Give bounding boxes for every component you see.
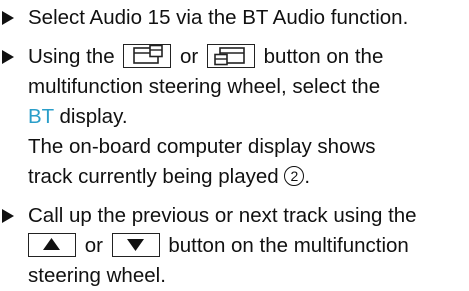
bt-display-label: BT bbox=[28, 105, 54, 128]
step-3-line-3: steering wheel. bbox=[28, 264, 166, 287]
bullet-arrow-icon bbox=[2, 11, 14, 25]
step-2-line-5: track currently being played 2. bbox=[28, 162, 459, 192]
step-2-period: . bbox=[304, 165, 311, 188]
step-2-text-or: or bbox=[180, 45, 199, 68]
step-1: Select Audio 15 via the BT Audio functio… bbox=[0, 3, 459, 33]
step-3-line-2: or button on the multifunction bbox=[28, 231, 459, 261]
step-3-text-or: or bbox=[84, 234, 103, 257]
step-2-text-display: display. bbox=[53, 105, 128, 128]
step-2-line-2: multifunction steering wheel, select the bbox=[28, 75, 381, 98]
down-arrow-icon bbox=[111, 232, 160, 257]
page-forward-icon bbox=[206, 43, 255, 68]
page-back-icon bbox=[123, 43, 172, 68]
step-1-text: Select Audio 15 via the BT Audio functio… bbox=[28, 6, 409, 29]
step-3-text-c: button on the multifunction bbox=[168, 234, 409, 257]
bullet-arrow-icon bbox=[2, 50, 14, 64]
step-2-text-track: track currently being played bbox=[28, 165, 279, 188]
bullet-arrow-icon bbox=[2, 209, 14, 223]
step-2: Using the or button on the multifunction… bbox=[0, 42, 459, 192]
step-3: Call up the previous or next track using… bbox=[0, 201, 459, 291]
up-arrow-icon bbox=[28, 232, 76, 257]
callout-marker: 2 bbox=[284, 165, 305, 186]
instruction-page: Select Audio 15 via the BT Audio functio… bbox=[0, 0, 469, 287]
step-2-line-3: BT display. bbox=[28, 102, 459, 132]
step-2-line-4: The on-board computer display shows bbox=[28, 135, 376, 158]
step-2-text-c: button on the bbox=[263, 45, 384, 68]
step-2-line-1: Using the or button on the bbox=[28, 42, 459, 72]
step-3-line-1: Call up the previous or next track using… bbox=[28, 204, 417, 227]
step-2-text-a: Using the bbox=[28, 45, 115, 68]
